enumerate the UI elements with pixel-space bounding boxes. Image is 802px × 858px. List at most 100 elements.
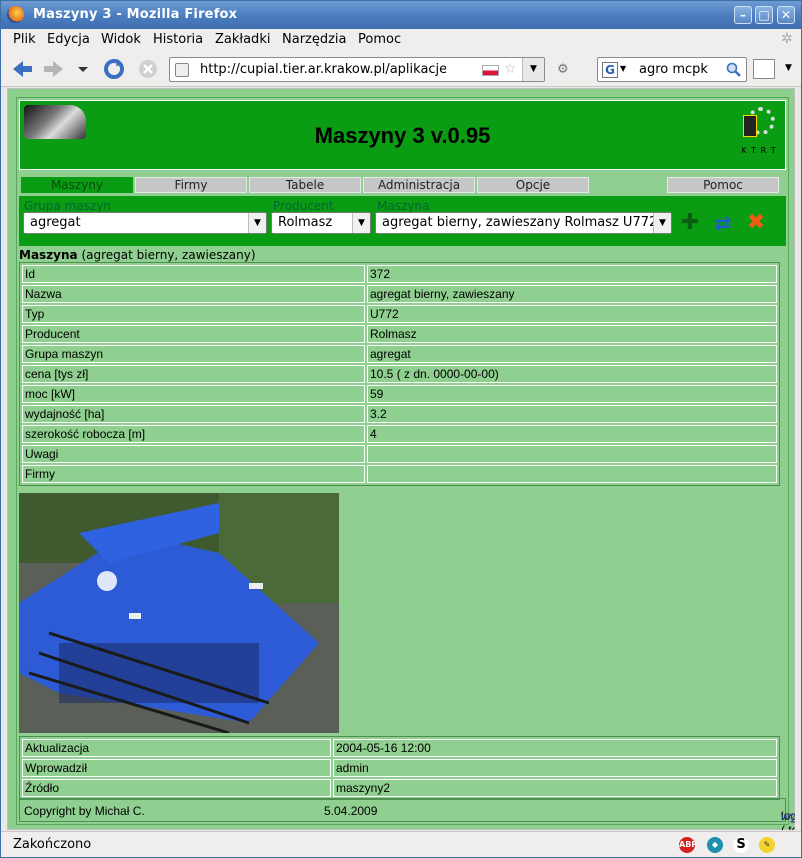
maszyna-select-value: agregat bierny, zawieszany Rolmasz U772 — [382, 215, 658, 230]
delete-icon[interactable]: ✖ — [745, 212, 767, 235]
meta-row-value: 2004-05-16 12:00 — [333, 739, 777, 757]
menu-edycja[interactable]: Edycja — [47, 32, 90, 47]
google-engine-icon[interactable]: G — [602, 62, 618, 78]
detail-row-value: 10.5 ( z dn. 0000-00-00) — [367, 365, 777, 383]
grupa-label: Grupa maszyn — [24, 199, 111, 213]
details-table: Id 372 Nazwa agregat bierny, zawieszany Typ U… — [19, 262, 780, 486]
history-dropdown-icon[interactable] — [73, 57, 93, 81]
ktrt-logo-text: K T R T — [741, 146, 777, 155]
search-bar[interactable]: G ▼ agro mcpk — [597, 57, 747, 82]
detail-row: Nazwa agregat bierny, zawieszany — [22, 285, 777, 303]
chevron-down-icon: ▼ — [352, 213, 370, 233]
book-icon — [743, 115, 757, 137]
filter-bar: Grupa maszyn agregat ▼ Producent Rolmasz… — [19, 196, 786, 246]
detail-row-label: Producent — [22, 325, 365, 343]
detail-row: Uwagi — [22, 445, 777, 463]
search-icon[interactable] — [726, 62, 742, 78]
refresh-icon[interactable]: ⇄ — [712, 213, 734, 235]
menu-narzedzia[interactable]: Narzędzia — [282, 32, 347, 47]
menu-historia[interactable]: Historia — [153, 32, 203, 47]
menu-zakladki[interactable]: Zakładki — [215, 32, 270, 47]
url-bar[interactable]: http://cupial.tier.ar.krakow.pl/aplikacj… — [169, 57, 545, 82]
skype-icon[interactable]: S — [733, 837, 749, 853]
producent-select-value: Rolmasz — [278, 215, 333, 230]
detail-row-value: 372 — [367, 265, 777, 283]
minimize-icon[interactable]: – — [734, 6, 752, 24]
maximize-icon[interactable]: □ — [755, 6, 773, 24]
page-body: Maszyny 3 v.0.95 K T R T Maszyny Firmy T… — [7, 88, 795, 830]
detail-row-value — [367, 445, 777, 463]
detail-row: cena [tys zł] 10.5 ( z dn. 0000-00-00) — [22, 365, 777, 383]
producent-select[interactable]: Rolmasz ▼ — [271, 212, 371, 234]
app-title: Maszyny 3 v.0.95 — [314, 123, 491, 148]
browser-window: Maszyny 3 - Mozilla Firefox – □ ✕ Plik E… — [0, 0, 802, 858]
section-title: Maszyna (agregat bierny, zawieszany) — [19, 248, 256, 262]
navigation-toolbar: http://cupial.tier.ar.krakow.pl/aplikacj… — [1, 51, 801, 87]
reload-icon[interactable] — [101, 57, 127, 81]
tab-bar: Maszyny Firmy Tabele Administracja Opcje… — [19, 176, 786, 194]
engine-dropdown-icon[interactable]: ▼ — [620, 64, 626, 73]
details-body: Id 372 Nazwa agregat bierny, zawieszany Typ U… — [22, 265, 777, 483]
addon-icon[interactable]: ⚙ — [557, 62, 569, 77]
title-bar: Maszyny 3 - Mozilla Firefox – □ ✕ — [1, 1, 801, 29]
window-title: Maszyny 3 - Mozilla Firefox — [33, 7, 238, 22]
status-bar: Zakończono ABP ◆ S ✎ — [1, 831, 801, 857]
tab-maszyny[interactable]: Maszyny — [21, 177, 133, 193]
meta-row: Wprowadził admin — [22, 759, 777, 777]
url-dropdown-icon[interactable]: ▼ — [522, 58, 544, 81]
notepad-icon[interactable] — [753, 59, 775, 79]
producent-label: Producent — [273, 199, 334, 213]
footer-date: 5.04.2009 — [324, 804, 378, 818]
detail-row-label: Grupa maszyn — [22, 345, 365, 363]
toolbar-dropdown-icon[interactable]: ▼ — [785, 63, 792, 73]
detail-row: szerokość robocza [m] 4 — [22, 425, 777, 443]
meta-row-value: admin — [333, 759, 777, 777]
app-footer: Copyright by Michał C. 5.04.2009 login: … — [19, 798, 795, 830]
grupa-select[interactable]: agregat ▼ — [23, 212, 267, 234]
menu-widok[interactable]: Widok — [101, 32, 141, 47]
detail-row-label: Uwagi — [22, 445, 365, 463]
notify-icon[interactable]: ✎ — [759, 837, 775, 853]
menu-pomoc[interactable]: Pomoc — [358, 32, 401, 47]
tab-pomoc[interactable]: Pomoc — [667, 177, 779, 193]
detail-row-value: U772 — [367, 305, 777, 323]
logout-link[interactable]: wyloguj — [781, 809, 795, 823]
stop-icon[interactable] — [135, 57, 161, 81]
meta-body: Aktualizacja 2004-05-16 12:00 Wprowadził ad… — [22, 739, 777, 797]
close-icon[interactable]: ✕ — [777, 6, 795, 24]
menu-plik[interactable]: Plik — [13, 32, 36, 47]
detail-row: wydajność [ha] 3.2 — [22, 405, 777, 423]
throbber-icon: ✲ — [781, 31, 793, 47]
adblock-icon[interactable]: ABP — [679, 837, 697, 853]
search-input[interactable]: agro mcpk — [639, 62, 708, 77]
detail-row-label: Firmy — [22, 465, 365, 483]
meta-row: Aktualizacja 2004-05-16 12:00 — [22, 739, 777, 757]
status-text: Zakończono — [13, 837, 92, 852]
detail-row-value: Rolmasz — [367, 325, 777, 343]
bookmark-star-icon[interactable]: ☆ — [504, 61, 517, 77]
detail-row-label: cena [tys zł] — [22, 365, 365, 383]
detail-row-value: 4 — [367, 425, 777, 443]
detail-row: Firmy — [22, 465, 777, 483]
network-icon[interactable]: ◆ — [707, 837, 723, 853]
tab-administracja[interactable]: Administracja — [363, 177, 475, 193]
detail-row-label: Typ — [22, 305, 365, 323]
firefox-logo-icon — [7, 6, 24, 23]
detail-row-value — [367, 465, 777, 483]
app-header: Maszyny 3 v.0.95 K T R T — [19, 100, 786, 170]
back-icon[interactable] — [9, 57, 35, 81]
detail-row: Typ U772 — [22, 305, 777, 323]
tab-firmy[interactable]: Firmy — [135, 177, 247, 193]
meta-row-label: Źródło — [22, 779, 331, 797]
section-title-rest: (agregat bierny, zawieszany) — [77, 248, 256, 262]
meta-table: Aktualizacja 2004-05-16 12:00 Wprowadził ad… — [19, 736, 780, 800]
chevron-down-icon: ▼ — [248, 213, 266, 233]
tab-opcje[interactable]: Opcje — [477, 177, 589, 193]
tab-tabele[interactable]: Tabele — [249, 177, 361, 193]
add-icon[interactable]: ✚ — [679, 212, 701, 235]
maszyna-select[interactable]: agregat bierny, zawieszany Rolmasz U772 … — [375, 212, 672, 234]
site-identity-icon[interactable] — [175, 63, 189, 77]
meta-row: Źródło maszyny2 — [22, 779, 777, 797]
url-input[interactable]: http://cupial.tier.ar.krakow.pl/aplikacj… — [200, 62, 446, 77]
forward-icon[interactable] — [41, 57, 67, 81]
